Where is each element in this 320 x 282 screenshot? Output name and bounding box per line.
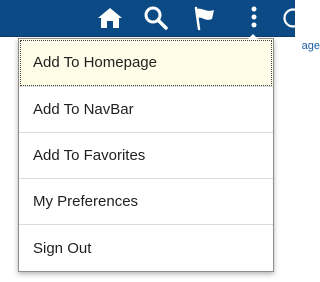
menu-pointer	[247, 34, 259, 40]
menu-item-label: Add To Favorites	[33, 147, 146, 164]
navbar-button[interactable]	[282, 4, 302, 32]
navbar-compass-icon	[283, 8, 302, 28]
home-button[interactable]	[96, 4, 124, 32]
home-icon	[98, 8, 122, 28]
menu-item-label: Add To NavBar	[33, 101, 134, 118]
flag-icon	[194, 6, 214, 31]
menu-item-label: Sign Out	[33, 239, 92, 257]
menu-item-label: Add To Homepage	[33, 54, 157, 71]
actions-menu: Add To Homepage Add To NavBar Add To Fav…	[18, 38, 274, 272]
menu-item-add-to-homepage[interactable]: Add To Homepage	[19, 39, 273, 87]
menu-item-label: My Preferences	[33, 193, 139, 210]
actions-list-button[interactable]	[240, 4, 268, 32]
search-button[interactable]	[142, 4, 170, 32]
menu-item-sign-out[interactable]: Sign Out	[19, 225, 273, 271]
search-icon	[144, 6, 168, 30]
menu-item-add-to-favorites[interactable]: Add To Favorites	[19, 133, 273, 179]
background-link[interactable]: age	[302, 40, 320, 52]
header-bar	[0, 0, 302, 37]
menu-item-add-to-navbar[interactable]: Add To NavBar	[19, 87, 273, 133]
menu-item-my-preferences[interactable]: My Preferences	[19, 179, 273, 225]
vertical-ellipsis-icon	[251, 6, 257, 28]
notifications-button[interactable]	[191, 4, 219, 32]
